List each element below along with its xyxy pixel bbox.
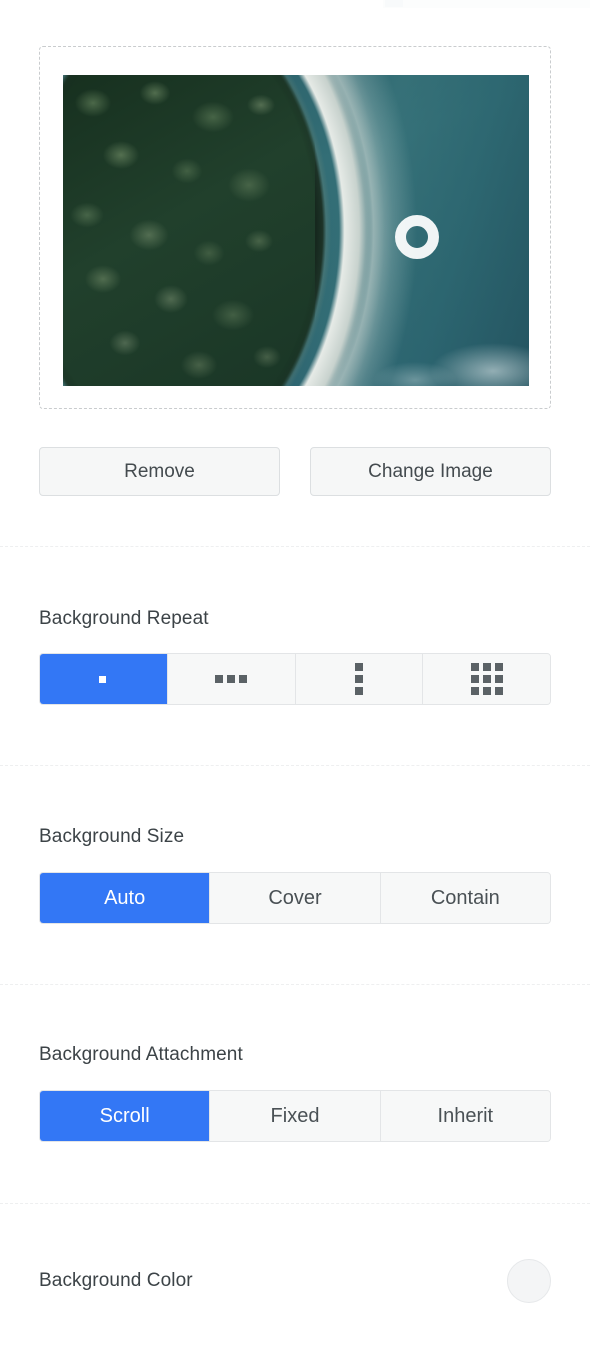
change-image-button[interactable]: Change Image xyxy=(310,447,551,496)
repeat-y-icon xyxy=(354,663,363,695)
attachment-option-fixed[interactable]: Fixed xyxy=(209,1091,380,1141)
background-repeat-label: Background Repeat xyxy=(39,608,209,629)
forest-canopy-layer xyxy=(63,75,315,386)
background-size-label: Background Size xyxy=(39,826,185,847)
background-image-preview[interactable] xyxy=(63,75,529,386)
image-actions: Remove Change Image xyxy=(39,447,551,496)
size-option-contain[interactable]: Contain xyxy=(379,873,550,923)
repeat-option-repeat-x[interactable] xyxy=(166,654,295,704)
repeat-both-icon xyxy=(470,663,503,695)
background-color-row: Background Color xyxy=(39,1259,551,1303)
attachment-option-scroll[interactable]: Scroll xyxy=(40,1091,210,1141)
background-attachment-control: Scroll Fixed Inherit xyxy=(39,1090,551,1142)
repeat-none-icon xyxy=(99,675,107,683)
top-edge-tab xyxy=(385,0,403,7)
section-background-size: Background Size Auto Cover Contain xyxy=(39,826,551,924)
background-image-dropzone[interactable] xyxy=(39,46,551,409)
background-settings-panel: Remove Change Image Background Repeat Ba… xyxy=(0,0,590,1356)
background-attachment-label: Background Attachment xyxy=(39,1044,243,1065)
background-image-photo xyxy=(63,75,529,386)
repeat-option-repeat-y[interactable] xyxy=(294,654,423,704)
repeat-x-icon xyxy=(215,675,248,683)
section-divider xyxy=(0,1203,590,1204)
size-option-auto[interactable]: Auto xyxy=(40,873,210,923)
section-divider xyxy=(0,765,590,766)
color-swatch-circle[interactable] xyxy=(507,1259,551,1303)
focal-point-ring-icon[interactable] xyxy=(395,214,440,259)
section-background-color: Background Color xyxy=(39,1259,551,1303)
remove-button[interactable]: Remove xyxy=(39,447,280,496)
section-background-attachment: Background Attachment Scroll Fixed Inher… xyxy=(39,1044,551,1142)
section-divider xyxy=(0,546,590,547)
size-option-cover[interactable]: Cover xyxy=(209,873,380,923)
background-color-label: Background Color xyxy=(39,1270,193,1291)
top-edge-strip xyxy=(383,0,590,8)
background-size-control: Auto Cover Contain xyxy=(39,872,551,924)
background-repeat-control xyxy=(39,653,551,705)
section-divider xyxy=(0,984,590,985)
repeat-option-no-repeat[interactable] xyxy=(40,654,167,704)
repeat-option-repeat-both[interactable] xyxy=(422,654,550,704)
section-background-repeat: Background Repeat xyxy=(39,608,551,705)
attachment-option-inherit[interactable]: Inherit xyxy=(379,1091,550,1141)
